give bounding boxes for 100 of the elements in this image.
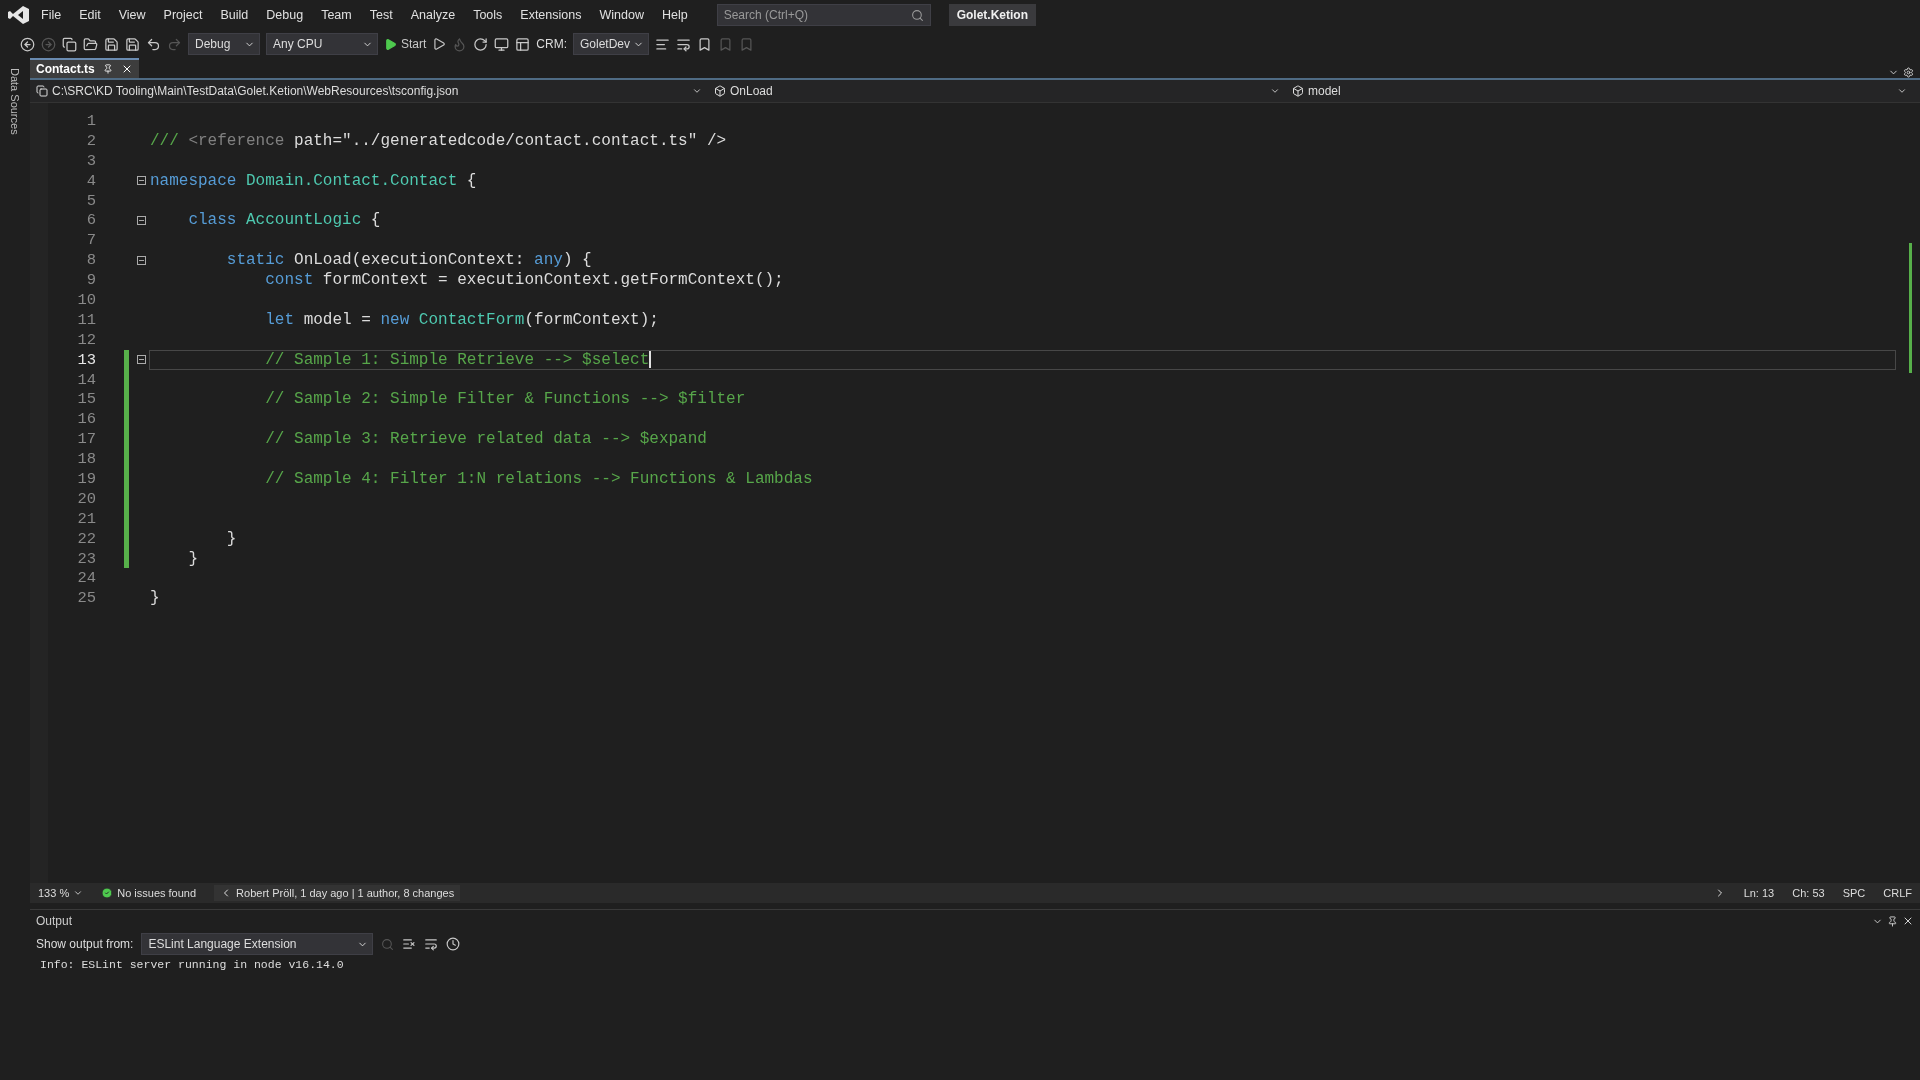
wrap-icon[interactable] bbox=[676, 36, 691, 52]
output-source-label: Show output from: bbox=[36, 937, 134, 951]
line-number: 10 bbox=[76, 290, 96, 309]
code-line: // Sample 3: Retrieve related data --> $expand bbox=[264, 430, 707, 449]
line-number: 18 bbox=[76, 450, 96, 469]
line-number: 14 bbox=[76, 370, 96, 389]
search-icon bbox=[910, 8, 924, 22]
text-cursor bbox=[649, 351, 651, 369]
document-tab[interactable]: Contact.ts bbox=[30, 58, 139, 78]
caret-icon bbox=[1270, 86, 1280, 96]
output-line: Info: ESLint server running in node v16.14.0 bbox=[39, 957, 345, 973]
output-source-dropdown[interactable]: ESLint Language Extension bbox=[141, 933, 374, 955]
collapse-icon[interactable] bbox=[136, 215, 146, 225]
member-dropdown[interactable]: OnLoad bbox=[708, 84, 1286, 98]
code-line: } bbox=[187, 549, 198, 568]
menu-item[interactable]: View bbox=[111, 5, 153, 25]
search-field[interactable]: Search (Ctrl+Q) bbox=[716, 4, 931, 26]
collapse-icon[interactable] bbox=[136, 255, 146, 265]
folder-icon[interactable] bbox=[83, 36, 98, 52]
crm-label: CRM: bbox=[536, 37, 567, 51]
column-indicator: Ch: 53 bbox=[1792, 887, 1825, 899]
menu-item[interactable]: Extensions bbox=[513, 5, 589, 25]
project-dropdown[interactable]: C:\SRC\KD Tooling\Main\TestData\Golet.Ketion\WebResources\tsconfig.json bbox=[30, 84, 708, 98]
symbol-dropdown[interactable]: model bbox=[1286, 84, 1913, 98]
undo-icon[interactable] bbox=[146, 36, 161, 52]
caret-icon bbox=[692, 86, 702, 96]
menu-item[interactable]: Analyze bbox=[403, 5, 463, 25]
cube-icon bbox=[714, 85, 726, 97]
panel-title: Output bbox=[36, 914, 73, 928]
line-number: 7 bbox=[85, 231, 96, 250]
menu-item[interactable]: Build bbox=[213, 5, 256, 25]
side-tab[interactable]: Data Sources bbox=[8, 64, 22, 139]
line-number: 16 bbox=[76, 410, 96, 429]
back-icon[interactable] bbox=[20, 36, 35, 52]
line-number: 17 bbox=[76, 430, 96, 449]
line-number: 6 bbox=[85, 211, 96, 230]
line-number: 1 bbox=[85, 111, 96, 130]
refresh-icon[interactable] bbox=[473, 36, 489, 52]
zoom-dropdown[interactable]: 133 % bbox=[38, 887, 84, 899]
copy-icon[interactable] bbox=[62, 36, 77, 52]
save-icon[interactable] bbox=[104, 36, 119, 52]
line-number: 24 bbox=[76, 569, 96, 588]
menu-item[interactable]: Debug bbox=[259, 5, 311, 25]
line-number: 8 bbox=[85, 251, 96, 270]
check-icon bbox=[101, 887, 114, 899]
solution-name[interactable]: Golet.Ketion bbox=[948, 4, 1036, 26]
configuration-dropdown[interactable]: Debug bbox=[188, 33, 260, 55]
menu-item[interactable]: Help bbox=[654, 5, 695, 25]
crm-dropdown[interactable]: GoletDev bbox=[573, 33, 649, 55]
line-number: 20 bbox=[76, 489, 96, 508]
code-line: static OnLoad(executionContext: any) { bbox=[225, 251, 592, 270]
wrap-icon[interactable] bbox=[424, 937, 439, 951]
line-number: 15 bbox=[76, 390, 96, 409]
code-line: class AccountLogic { bbox=[187, 211, 381, 230]
line-number: 12 bbox=[76, 330, 96, 349]
platform-dropdown[interactable]: Any CPU bbox=[266, 33, 378, 55]
close-icon[interactable] bbox=[1902, 915, 1914, 927]
menu-item[interactable]: Test bbox=[362, 5, 400, 25]
pin-icon[interactable] bbox=[102, 64, 113, 74]
code-line: } bbox=[225, 529, 237, 548]
line-number: 9 bbox=[85, 271, 96, 290]
monitor-icon[interactable] bbox=[494, 36, 510, 52]
menu-item[interactable]: Tools bbox=[466, 5, 510, 25]
menu-item[interactable]: File bbox=[34, 5, 69, 25]
line-number: 5 bbox=[85, 191, 96, 210]
clock-icon[interactable] bbox=[446, 937, 461, 951]
whitespace-indicator[interactable]: SPC bbox=[1842, 887, 1866, 899]
menu-item[interactable]: Window bbox=[592, 5, 651, 25]
line-number: 21 bbox=[76, 509, 96, 528]
issues-status: No issues found bbox=[117, 887, 197, 899]
line-number: 13 bbox=[76, 350, 96, 369]
code-line: // Sample 4: Filter 1:N relations --> Functions & Lambdas bbox=[264, 470, 813, 488]
save-all-icon[interactable] bbox=[125, 36, 140, 52]
line-number: 22 bbox=[76, 529, 96, 548]
settings-icon[interactable] bbox=[1903, 67, 1914, 78]
line-ending-indicator[interactable]: CRLF bbox=[1883, 887, 1912, 899]
start-button[interactable]: Start bbox=[384, 37, 427, 51]
menu-item[interactable]: Team bbox=[314, 5, 359, 25]
code-line: let model = new ContactForm(formContext); bbox=[264, 310, 659, 329]
caret-icon bbox=[1897, 86, 1907, 96]
menu-item[interactable]: Project bbox=[156, 5, 210, 25]
menu-item[interactable]: Edit bbox=[72, 5, 108, 25]
blame-info[interactable]: Robert Pröll, 1 day ago | 1 author, 8 changes bbox=[214, 885, 461, 901]
bookmark-icon[interactable] bbox=[697, 36, 712, 52]
line-number: 3 bbox=[85, 151, 96, 170]
play-icon[interactable] bbox=[432, 37, 447, 51]
line-indicator: Ln: 13 bbox=[1743, 887, 1775, 899]
line-number: 23 bbox=[76, 549, 96, 568]
align-icon[interactable] bbox=[655, 36, 670, 52]
pin-icon[interactable] bbox=[1887, 915, 1898, 927]
code-line: } bbox=[150, 589, 160, 608]
caret-icon bbox=[73, 888, 84, 898]
cube-icon bbox=[1292, 85, 1304, 97]
code-line: namespace Domain.Contact.Contact { bbox=[150, 171, 477, 190]
collapse-icon[interactable] bbox=[136, 176, 146, 186]
collapse-icon[interactable] bbox=[136, 355, 146, 365]
layout-icon[interactable] bbox=[515, 36, 531, 52]
code-line: const formContext = executionContext.getFormContext(); bbox=[264, 271, 784, 290]
line-number: 2 bbox=[85, 131, 96, 150]
clear-icon[interactable] bbox=[402, 937, 417, 951]
